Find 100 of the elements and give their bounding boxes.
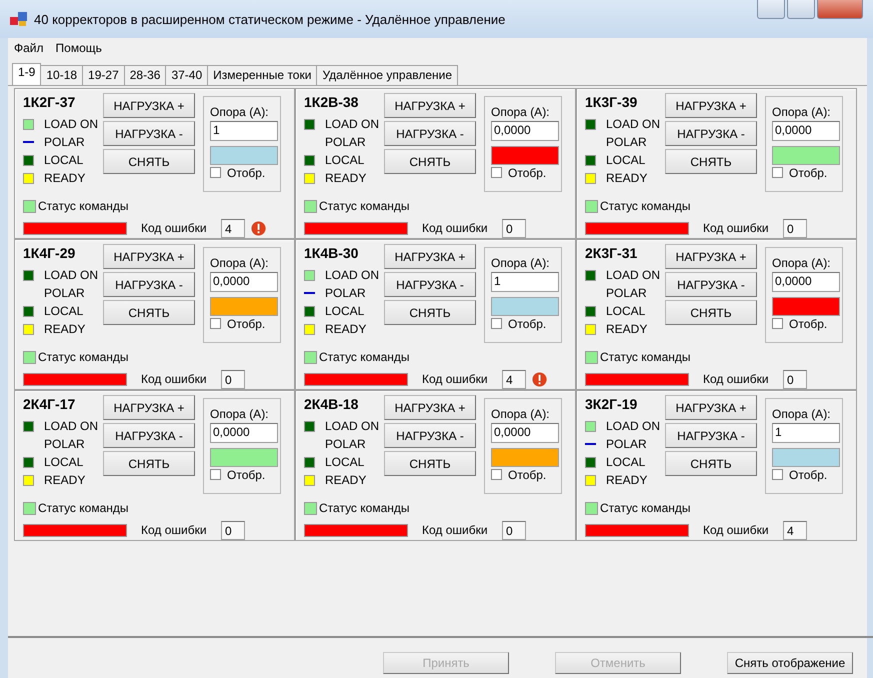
load-minus-button[interactable]: НАГРУЗКА -	[103, 272, 195, 297]
panel-title: 1К4В-30	[304, 244, 360, 263]
panel-title: 1К2Г-37	[23, 93, 76, 112]
load-minus-button[interactable]: НАГРУЗКА -	[384, 121, 476, 146]
indicator-label: LOAD ON	[325, 268, 380, 282]
display-checkbox[interactable]	[210, 167, 221, 178]
indicator-label: LOAD ON	[606, 419, 660, 433]
reference-field[interactable]: 0,0000	[772, 121, 840, 141]
remove-button[interactable]: СНЯТЬ	[665, 451, 757, 476]
reference-field[interactable]: 0,0000	[210, 272, 278, 292]
indicator-label: READY	[325, 322, 366, 336]
indicator-label: READY	[44, 171, 86, 185]
error-code-field: 0	[502, 520, 526, 540]
status-label: Статус команды	[38, 199, 129, 213]
remove-button[interactable]: СНЯТЬ	[665, 300, 757, 325]
indicator-label: LOAD ON	[606, 268, 660, 282]
reference-field[interactable]: 0,0000	[491, 121, 559, 141]
reference-label: Опора (А):	[210, 256, 270, 272]
indicator-label: LOAD ON	[325, 117, 380, 131]
panel-title: 3К2Г-19	[585, 395, 638, 414]
status-label: Статус команды	[600, 350, 691, 364]
tab[interactable]: Измеренные токи	[208, 65, 318, 85]
display-label: Отобр.	[789, 468, 828, 482]
indicator-label: POLAR	[325, 437, 366, 451]
reference-field[interactable]: 1	[210, 121, 278, 141]
display-label: Отобр.	[227, 316, 266, 330]
display-checkbox[interactable]	[491, 167, 502, 178]
display-checkbox[interactable]	[491, 469, 502, 480]
remove-button[interactable]: СНЯТЬ	[103, 451, 195, 476]
indicator-label: READY	[325, 171, 366, 185]
panel-title: 2К3Г-31	[585, 244, 638, 263]
load-plus-button[interactable]: НАГРУЗКА +	[103, 395, 195, 420]
display-checkbox[interactable]	[772, 167, 783, 178]
error-code-label: Код ошибки	[141, 523, 208, 537]
status-label: Статус команды	[319, 501, 410, 515]
load-minus-button[interactable]: НАГРУЗКА -	[384, 423, 476, 448]
remove-button[interactable]: СНЯТЬ	[103, 300, 195, 325]
display-checkbox[interactable]	[210, 318, 221, 329]
tab[interactable]: 1-9	[12, 63, 42, 85]
error-code-label: Код ошибки	[141, 221, 208, 235]
indicator-label: READY	[606, 473, 648, 487]
tab[interactable]: Удалённое управление	[317, 65, 458, 85]
display-label: Отобр.	[789, 316, 828, 330]
display-checkbox[interactable]	[491, 318, 502, 329]
tab[interactable]: 10-18	[41, 65, 84, 85]
minimize-button[interactable]	[757, 0, 785, 19]
load-minus-button[interactable]: НАГРУЗКА -	[103, 423, 195, 448]
reference-label: Опора (А):	[491, 407, 551, 423]
indicator-label: LOCAL	[606, 455, 646, 469]
status-label: Статус команды	[319, 350, 410, 364]
load-plus-button[interactable]: НАГРУЗКА +	[384, 244, 476, 269]
menu-item[interactable]: Помощь	[56, 41, 102, 55]
indicator-label: LOCAL	[606, 304, 646, 318]
tab[interactable]: 19-27	[83, 65, 125, 85]
load-plus-button[interactable]: НАГРУЗКА +	[384, 93, 476, 118]
reference-field[interactable]: 0,0000	[210, 423, 278, 443]
error-code-label: Код ошибки	[703, 221, 770, 235]
indicator-label: LOCAL	[325, 455, 364, 469]
indicator-label: POLAR	[325, 135, 366, 149]
reference-field[interactable]: 1	[491, 272, 559, 292]
maximize-button[interactable]	[787, 0, 815, 19]
status-label: Статус команды	[38, 350, 129, 364]
load-plus-button[interactable]: НАГРУЗКА +	[665, 93, 757, 118]
load-minus-button[interactable]: НАГРУЗКА -	[103, 121, 195, 146]
reference-label: Опора (А):	[210, 105, 270, 121]
display-checkbox[interactable]	[772, 318, 783, 329]
indicator-label: POLAR	[606, 437, 647, 451]
load-minus-button[interactable]: НАГРУЗКА -	[665, 121, 757, 146]
reference-field[interactable]: 0,0000	[491, 423, 559, 443]
tab[interactable]: 28-36	[124, 65, 166, 85]
load-plus-button[interactable]: НАГРУЗКА +	[103, 244, 195, 269]
tab[interactable]: 37-40	[166, 65, 208, 85]
panel-title: 2К4В-18	[304, 395, 360, 414]
status-label: Статус команды	[319, 199, 410, 213]
load-minus-button[interactable]: НАГРУЗКА -	[665, 272, 757, 297]
remove-button[interactable]: СНЯТЬ	[384, 300, 476, 325]
window-title: 40 корректоров в расширенном статическом режиме - Удалённое управление	[34, 12, 506, 26]
menu-item[interactable]: Файл	[14, 41, 44, 55]
load-plus-button[interactable]: НАГРУЗКА +	[103, 93, 195, 118]
panel-title: 2К4Г-17	[23, 395, 76, 414]
panel-title: 1К2В-38	[304, 93, 360, 112]
remove-button[interactable]: СНЯТЬ	[665, 149, 757, 174]
load-minus-button[interactable]: НАГРУЗКА -	[665, 423, 757, 448]
status-label: Статус команды	[38, 501, 129, 515]
indicator-label: LOCAL	[44, 153, 84, 167]
footer-button[interactable]: Снять отображение	[727, 652, 853, 674]
display-label: Отобр.	[227, 468, 266, 482]
remove-button[interactable]: СНЯТЬ	[103, 149, 195, 174]
reference-field[interactable]: 0,0000	[772, 272, 840, 292]
error-code-field: 0	[783, 370, 807, 388]
close-button[interactable]	[817, 0, 863, 19]
display-checkbox[interactable]	[772, 469, 783, 480]
remove-button[interactable]: СНЯТЬ	[384, 149, 476, 174]
load-minus-button[interactable]: НАГРУЗКА -	[384, 272, 476, 297]
load-plus-button[interactable]: НАГРУЗКА +	[384, 395, 476, 420]
display-checkbox[interactable]	[210, 469, 221, 480]
reference-field[interactable]: 1	[772, 423, 840, 443]
load-plus-button[interactable]: НАГРУЗКА +	[665, 395, 757, 420]
load-plus-button[interactable]: НАГРУЗКА +	[665, 244, 757, 269]
remove-button[interactable]: СНЯТЬ	[384, 451, 476, 476]
